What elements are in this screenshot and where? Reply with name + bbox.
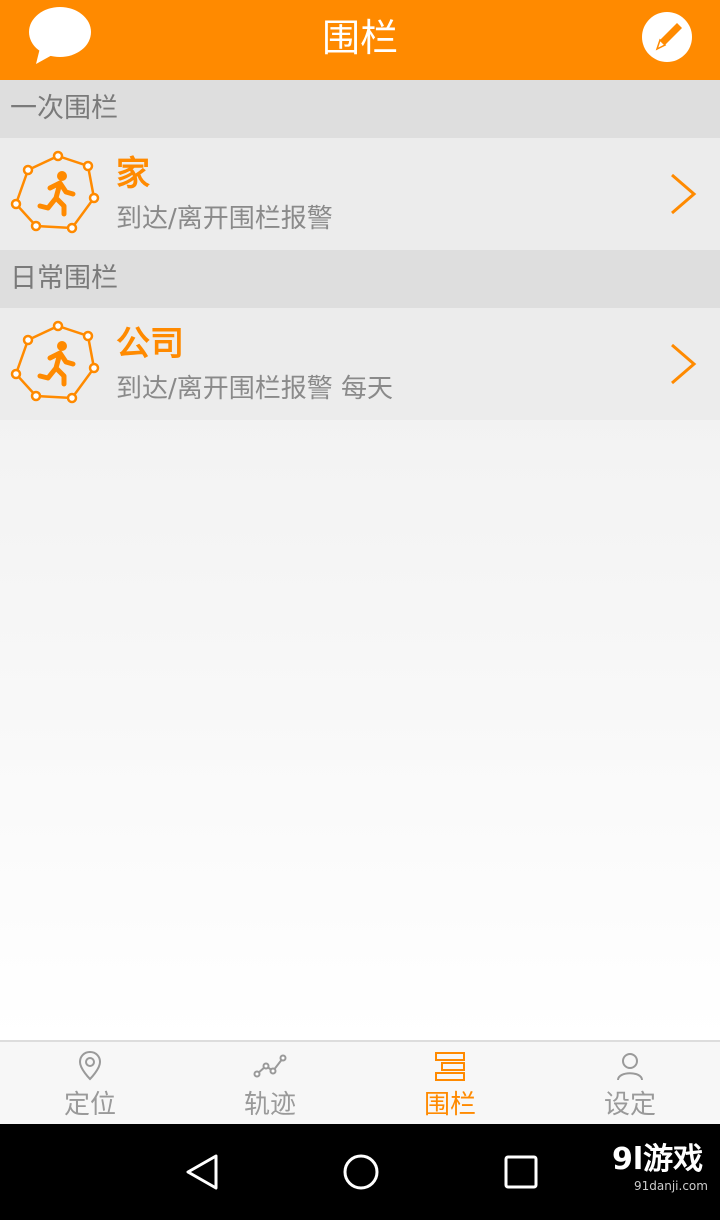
fence-runner-icon [10, 320, 100, 404]
edit-pencil-icon[interactable] [640, 10, 694, 64]
fence-runner-icon [10, 150, 100, 234]
watermark-url: 91danji.com [634, 1179, 708, 1193]
recents-icon[interactable] [501, 1152, 541, 1192]
bottom-tab-bar: 定位 轨迹 围栏 设定 [0, 1040, 720, 1124]
fence-list: 一次围栏 家 到达/离开围栏报警 日常围栏 公司 到达/离开围栏报警 每天 [0, 80, 720, 1040]
home-icon[interactable] [341, 1152, 381, 1192]
tab-location[interactable]: 定位 [0, 1042, 180, 1126]
user-icon [617, 1053, 643, 1081]
back-icon[interactable] [182, 1152, 222, 1192]
app-header: 围栏 [0, 0, 720, 80]
watermark-logo: 9l游戏 [612, 1142, 704, 1177]
chevron-right-icon [671, 173, 697, 215]
tab-track[interactable]: 轨迹 [180, 1042, 360, 1126]
chevron-right-icon [671, 343, 697, 385]
tab-label: 围栏 [423, 1090, 476, 1120]
page-title: 围栏 [321, 16, 398, 60]
tab-label: 设定 [603, 1090, 656, 1120]
tab-settings[interactable]: 设定 [540, 1042, 720, 1126]
fence-item-home[interactable]: 家 到达/离开围栏报警 [0, 138, 720, 250]
section-header-daily: 日常围栏 [0, 250, 720, 308]
tab-label: 轨迹 [243, 1090, 296, 1120]
location-pin-icon [78, 1050, 102, 1081]
fence-name: 公司 [116, 324, 184, 364]
track-line-icon [253, 1054, 287, 1078]
fence-description: 到达/离开围栏报警 [116, 204, 333, 234]
fence-icon [435, 1052, 465, 1081]
fence-item-company[interactable]: 公司 到达/离开围栏报警 每天 [0, 308, 720, 420]
tab-fence[interactable]: 围栏 [360, 1042, 540, 1126]
section-header-once: 一次围栏 [0, 80, 720, 138]
system-nav-bar: 9l游戏 91danji.com [0, 1124, 720, 1220]
fence-name: 家 [116, 154, 150, 194]
tab-label: 定位 [63, 1090, 116, 1120]
fence-description: 到达/离开围栏报警 每天 [116, 374, 394, 404]
